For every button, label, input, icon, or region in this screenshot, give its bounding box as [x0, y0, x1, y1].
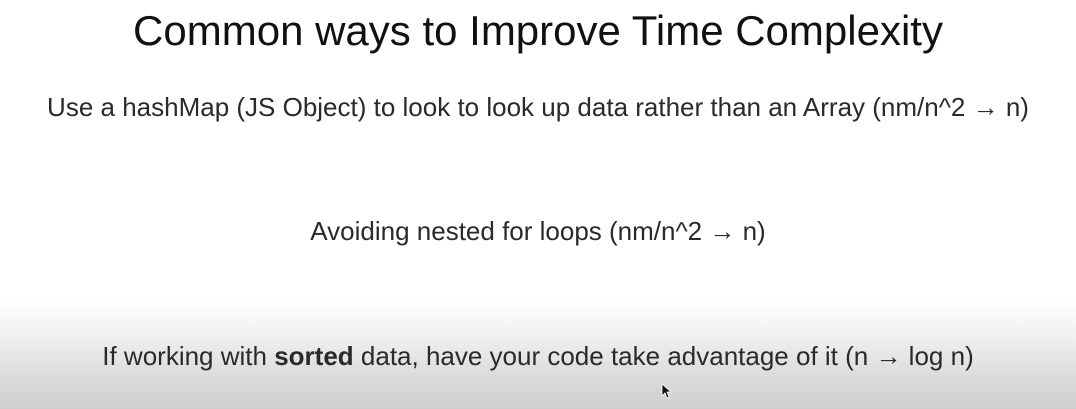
bullet-avoid-nested-loops: Avoiding nested for loops (nm/n^2 → n)	[310, 216, 766, 246]
slide-title: Common ways to Improve Time Complexity	[133, 7, 943, 54]
mouse-pointer-icon	[661, 383, 671, 399]
bullet-hashmap-lookup: Use a hashMap (JS Object) to look to loo…	[47, 92, 1029, 122]
bullet-sorted-data: If working with sorted data, have your c…	[0, 340, 1076, 372]
bullet-sorted-emphasis: sorted	[274, 341, 354, 371]
bullet-sorted-prefix: If working with	[102, 341, 275, 371]
presentation-slide: Common ways to Improve Time Complexity U…	[0, 0, 1076, 409]
bullet-sorted-suffix: data, have your code take advantage of i…	[353, 341, 974, 371]
